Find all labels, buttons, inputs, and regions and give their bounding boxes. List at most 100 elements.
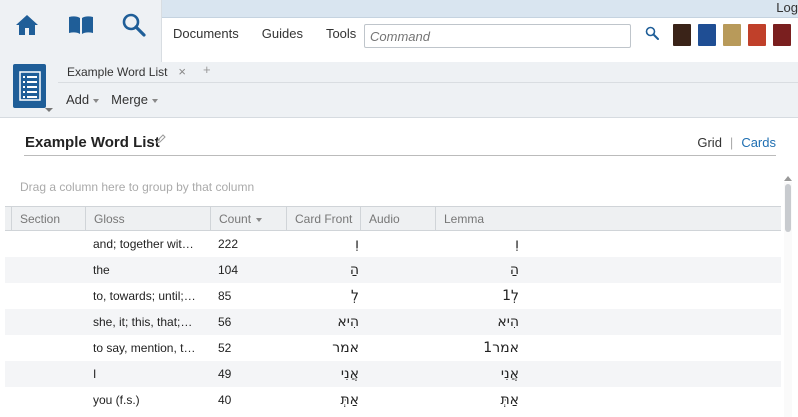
- column-header-label: Lemma: [444, 212, 485, 226]
- lemma-cell: הִיא: [497, 314, 519, 330]
- count-cell: 40: [218, 393, 232, 407]
- card-front-cell: אַתְּ: [340, 392, 359, 408]
- chevron-down-icon: [93, 98, 100, 103]
- column-header-label: Gloss: [94, 212, 125, 226]
- card-front-cell: לְ: [351, 288, 359, 304]
- book-cover-icon[interactable]: [698, 24, 716, 46]
- book-cover-icon[interactable]: [748, 24, 766, 46]
- column-header-gloss[interactable]: Gloss: [85, 207, 210, 231]
- card-front-cell: אֲנִי: [340, 366, 359, 382]
- lemma-cell: לְ1: [502, 288, 519, 304]
- count-cell: 222: [218, 237, 239, 251]
- panel-menu-caret-icon[interactable]: [45, 108, 53, 112]
- table-row[interactable]: she, it; this, that;… 56 הִיא הִיא: [5, 309, 781, 335]
- grid-header: Section Gloss Count Card Front Audio Lem…: [5, 206, 781, 231]
- home-button[interactable]: [0, 0, 54, 50]
- chevron-down-icon: [152, 98, 158, 103]
- add-tab-button[interactable]: +: [203, 62, 211, 78]
- lemma-cell: הַ: [509, 262, 519, 278]
- cards-view-button[interactable]: Cards: [741, 135, 776, 150]
- tab-label: Example Word List: [67, 65, 168, 79]
- gloss-cell: and; together wit…: [93, 237, 194, 251]
- main-icon-buttons: [0, 0, 162, 62]
- panel-header: Example Word List × + Add Merge: [0, 62, 798, 118]
- merge-label: Merge: [111, 92, 148, 107]
- open-book-icon: [68, 16, 93, 34]
- title-underline: [24, 155, 776, 156]
- lemma-cell: אמר1: [483, 340, 519, 356]
- scroll-up-arrow-icon[interactable]: [784, 176, 792, 181]
- card-front-cell: הַ: [349, 262, 359, 278]
- column-header-lemma[interactable]: Lemma: [435, 207, 781, 231]
- card-front-cell: הִיא: [337, 314, 359, 330]
- word-list-icon: [18, 71, 41, 101]
- scrollbar-thumb[interactable]: [785, 184, 791, 232]
- tab-divider: [58, 82, 798, 83]
- column-header-card-front[interactable]: Card Front: [286, 207, 360, 231]
- count-cell: 56: [218, 315, 232, 329]
- view-switcher: Grid | Cards: [697, 135, 776, 150]
- gloss-cell: she, it; this, that;…: [93, 315, 193, 329]
- add-button[interactable]: Add: [66, 92, 100, 107]
- pencil-icon: [156, 134, 166, 144]
- gloss-cell: the: [93, 263, 110, 277]
- recent-books: [673, 24, 791, 46]
- book-cover-icon[interactable]: [673, 24, 691, 46]
- panel-toolbar: Add Merge: [66, 92, 158, 107]
- count-cell: 104: [218, 263, 239, 277]
- edit-title-button[interactable]: [156, 131, 166, 149]
- column-header-label: Card Front: [295, 212, 353, 226]
- top-strip: Log: [162, 0, 798, 18]
- table-row[interactable]: to, towards; until;… 85 לְ לְ1: [5, 283, 781, 309]
- merge-button[interactable]: Merge: [111, 92, 158, 107]
- list-title[interactable]: Example Word List: [25, 134, 160, 151]
- table-row[interactable]: you (f.s.) 40 אַתְּ אַתְּ: [5, 387, 781, 413]
- group-by-drop-zone[interactable]: Drag a column here to group by that colu…: [20, 180, 254, 194]
- menu-guides[interactable]: Guides: [262, 26, 303, 41]
- view-separator: |: [729, 135, 734, 150]
- menu-documents[interactable]: Documents: [173, 26, 239, 41]
- lemma-cell: אַתְּ: [500, 392, 519, 408]
- table-row[interactable]: the 104 הַ הַ: [5, 257, 781, 283]
- tab-close-icon[interactable]: ×: [178, 65, 186, 79]
- menu-tools[interactable]: Tools: [326, 26, 356, 41]
- app-window: Log Documents Guides Tools Command Examp…: [0, 0, 798, 417]
- search-icon: [645, 26, 659, 40]
- lemma-cell: וְ: [515, 236, 519, 252]
- sort-descending-icon: [256, 217, 263, 222]
- book-cover-icon[interactable]: [723, 24, 741, 46]
- column-header-audio[interactable]: Audio: [360, 207, 435, 231]
- library-button[interactable]: [54, 0, 108, 50]
- gloss-cell: you (f.s.): [93, 393, 140, 407]
- count-cell: 85: [218, 289, 232, 303]
- login-link[interactable]: Log: [776, 0, 798, 16]
- card-front-cell: אמר: [332, 340, 359, 356]
- lemma-cell: אֲנִי: [500, 366, 519, 382]
- gloss-cell: to, towards; until;…: [93, 289, 196, 303]
- column-header-section[interactable]: Section: [11, 207, 85, 231]
- table-row[interactable]: I 49 אֲנִי אֲנִי: [5, 361, 781, 387]
- count-cell: 49: [218, 367, 232, 381]
- book-cover-icon[interactable]: [773, 24, 791, 46]
- card-front-cell: וְ: [355, 236, 359, 252]
- add-label: Add: [66, 92, 90, 107]
- tab-example-word-list[interactable]: Example Word List ×: [58, 62, 195, 82]
- gloss-cell: to say, mention, t…: [93, 341, 196, 355]
- panel-menu-button[interactable]: [13, 64, 46, 108]
- column-header-count[interactable]: Count: [210, 207, 286, 231]
- count-cell: 52: [218, 341, 232, 355]
- column-header-label: Section: [20, 212, 61, 226]
- word-grid: Section Gloss Count Card Front Audio Lem…: [5, 206, 781, 417]
- home-icon: [15, 15, 38, 35]
- command-input[interactable]: [364, 24, 631, 48]
- search-icon: [122, 13, 146, 37]
- top-nav: Log Documents Guides Tools Command: [0, 0, 798, 62]
- table-row[interactable]: to say, mention, t… 52 אמר אמר1: [5, 335, 781, 361]
- command-search-button[interactable]: [645, 26, 659, 45]
- search-button[interactable]: [107, 0, 161, 50]
- grid-view-button[interactable]: Grid: [697, 135, 722, 150]
- gloss-cell: I: [93, 367, 97, 381]
- column-header-label: Audio: [369, 212, 400, 226]
- table-row[interactable]: and; together wit… 222 וְ וְ: [5, 231, 781, 257]
- top-menu: Documents Guides Tools: [173, 26, 356, 41]
